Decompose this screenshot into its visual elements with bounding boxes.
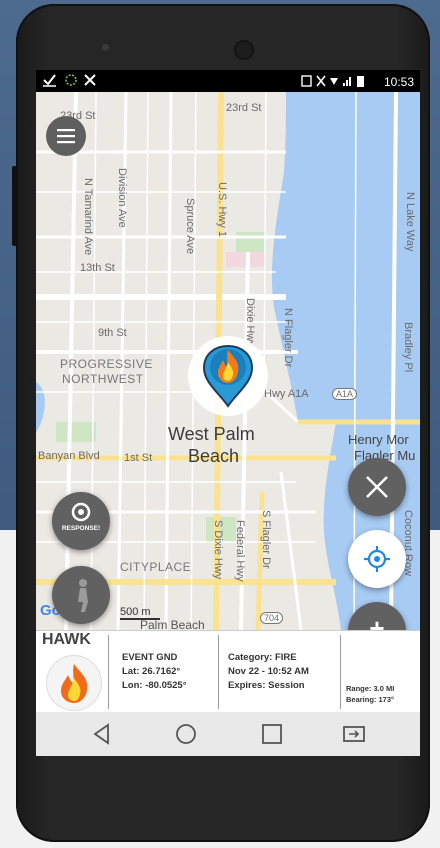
divider [108,635,109,709]
recents-icon[interactable] [260,722,284,746]
street-label: Spruce Ave [184,198,196,255]
city-label: Beach [188,446,240,466]
street-label: Hwy A1A [264,388,309,400]
street-label: N Flagler Dr [282,308,294,368]
home-icon[interactable] [174,722,198,746]
street-label: Federal Hwy [234,520,246,582]
street-label: Banyan Blvd [38,450,100,462]
check-icon [43,74,96,87]
city-label: West Palm [168,424,255,444]
locate-button[interactable] [348,530,406,588]
camera-dot [102,44,109,51]
street-label: Division Ave [116,168,128,228]
event-details: EVENT GND Lat: 26.7162° Lon: -80.0525° [122,651,187,693]
event-info-panel[interactable]: HAWK EVENT GND Lat: 26.7162° Lon: -80.05… [36,630,420,713]
scale-bar: 500 m [120,606,160,620]
event-type: EVENT GND [122,652,178,663]
person-walking-icon [78,579,88,612]
bearing: Bearing: 173° [346,695,395,704]
callsign: HAWK [42,631,91,648]
street-label: N Tamarind Ave [82,178,94,256]
range-details: Range: 3.0 MI Bearing: 173° [346,683,394,705]
signal-icons [300,75,364,87]
category-details: Category: FIRE Nov 22 - 10:52 AM Expires… [228,651,309,693]
response-label: RESPONSE! [61,525,101,532]
event-avatar [46,655,102,711]
fire-icon [61,664,88,703]
street-label: N Lake Way [404,192,416,252]
expires: Expires: Session [228,680,305,691]
map-view[interactable]: 23rd St 23rd St 13th St 9th St 1st St N … [36,92,420,630]
side-button [12,166,18,246]
street-label: Bradley Pl [402,322,414,373]
status-right: 10:53 [300,74,414,89]
street-label: U.S. Hwy 1 [216,182,228,238]
speaker-grille [234,40,254,60]
response-button[interactable]: RESPONSE! [52,492,110,550]
android-nav-bar [36,712,420,756]
walk-button[interactable] [52,566,110,624]
status-bar: 10:53 [36,70,420,92]
neighborhood-label: NORTHWEST [62,372,144,386]
neighborhood-label: CITYPLACE [120,560,192,574]
category: Category: FIRE [228,652,297,663]
crosshair-icon [364,546,390,572]
poi-label: Henry Mor [348,432,409,447]
event-datetime: Nov 22 - 10:52 AM [228,666,309,677]
notification-icons [42,73,102,90]
response-icon [71,502,91,522]
street-label: S Flagler Dr [260,510,272,569]
street-label: 9th St [98,327,127,339]
plus-icon: + [369,613,385,630]
back-icon[interactable] [90,722,114,746]
switch-app-icon[interactable] [342,722,366,746]
street-label: 1st St [124,452,153,464]
latitude: Lat: 26.7162° [122,666,181,677]
close-button[interactable] [348,458,406,516]
close-icon [366,476,388,498]
street-label: 23rd St [226,102,262,114]
route-shield: A1A [332,388,358,400]
divider [218,635,219,709]
event-marker[interactable] [188,336,268,416]
street-label: S Dixie Hwy [212,520,224,580]
street-label: 13th St [80,262,115,274]
divider [340,635,341,709]
phone-screen: 10:53 23rd St 23rd St 13th St 9th St 1st… [36,70,420,756]
fire-pin-icon [202,344,254,408]
neighborhood-label: PROGRESSIVE [60,357,153,371]
clock: 10:53 [383,75,414,89]
route-shield: 704 [260,612,284,624]
longitude: Lon: -80.0525° [122,680,187,691]
range: Range: 3.0 MI [346,684,395,693]
hamburger-icon [57,129,75,144]
menu-button[interactable] [46,116,86,156]
